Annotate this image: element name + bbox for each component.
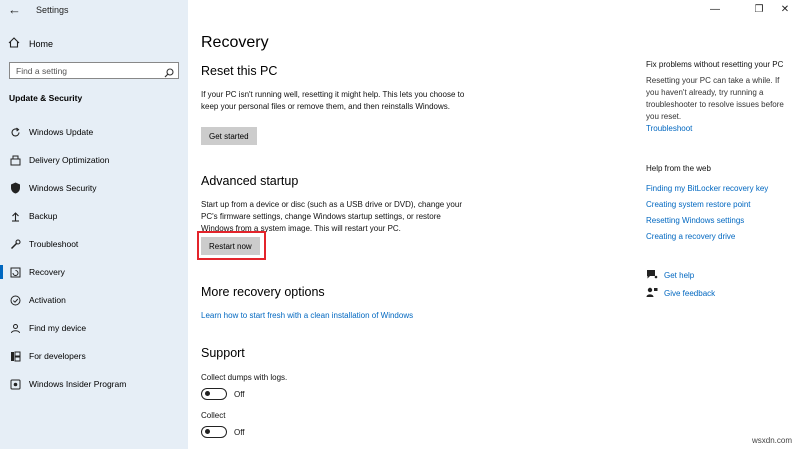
sidebar-item-for-developers[interactable]: For developers	[0, 346, 188, 366]
collect-dumps-state: Off	[234, 390, 245, 399]
refresh-icon	[8, 127, 22, 138]
support-heading: Support	[201, 346, 245, 360]
fix-problems-heading: Fix problems without resetting your PC	[646, 60, 784, 69]
help-web-heading: Help from the web	[646, 164, 711, 173]
home-label: Home	[29, 38, 54, 49]
sidebar-item-windows-update[interactable]: Windows Update	[0, 122, 188, 142]
backup-icon	[8, 211, 22, 222]
activation-icon	[8, 295, 22, 306]
sidebar-item-label: Backup	[29, 211, 58, 221]
collect-toggle[interactable]	[201, 426, 227, 438]
give-feedback-label: Give feedback	[664, 289, 716, 298]
collect-dumps-toggle[interactable]	[201, 388, 227, 400]
collect-state: Off	[234, 428, 245, 437]
window-title: Settings	[36, 5, 69, 15]
sidebar-item-recovery[interactable]: Recovery	[0, 262, 188, 282]
sidebar-item-find-my-device[interactable]: Find my device	[0, 318, 188, 338]
close-button[interactable]: ✕	[770, 2, 800, 18]
watermark: wsxdn.com	[751, 436, 792, 445]
sidebar-item-troubleshoot[interactable]: Troubleshoot	[0, 234, 188, 254]
sidebar-item-label: Find my device	[29, 323, 87, 333]
sidebar-item-label: Recovery	[29, 267, 65, 277]
advanced-startup-description: Start up from a device or disc (such as …	[201, 200, 462, 233]
page-title: Recovery	[201, 34, 269, 51]
sidebar-item-windows-insider-program[interactable]: Windows Insider Program	[0, 374, 188, 394]
shield-icon	[8, 182, 22, 194]
sidebar-item-label: Windows Update	[29, 127, 94, 137]
wrench-icon	[8, 238, 22, 250]
restart-now-button[interactable]: Restart now	[201, 237, 260, 255]
sidebar-item-activation[interactable]: Activation	[0, 290, 188, 310]
feedback-icon	[646, 287, 658, 300]
sidebar-item-windows-security[interactable]: Windows Security	[0, 178, 188, 198]
home-icon	[8, 37, 20, 50]
collect-label: Collect	[201, 411, 226, 420]
person-pin-icon	[8, 323, 22, 334]
restore-point-link[interactable]: Creating system restore point	[646, 200, 751, 209]
back-arrow-icon[interactable]: ←	[8, 2, 21, 17]
more-recovery-heading: More recovery options	[201, 285, 325, 299]
sidebar-section-title: Update & Security	[9, 93, 83, 103]
search-input[interactable]	[16, 64, 156, 77]
give-feedback-link[interactable]: Give feedback	[646, 287, 715, 300]
minimize-button[interactable]: —	[700, 2, 730, 18]
toggle-knob	[205, 391, 210, 396]
sidebar-item-label: Windows Security	[29, 183, 97, 193]
get-help-link[interactable]: Get help	[646, 269, 694, 282]
get-started-button[interactable]: Get started	[201, 127, 257, 145]
reset-settings-link[interactable]: Resetting Windows settings	[646, 216, 744, 225]
recovery-icon	[8, 267, 22, 278]
toggle-knob	[205, 429, 210, 434]
chat-help-icon	[646, 269, 658, 282]
developer-icon	[8, 351, 22, 362]
sidebar-item-label: Activation	[29, 295, 66, 305]
sidebar-item-label: Windows Insider Program	[29, 379, 127, 389]
search-box[interactable]	[9, 62, 179, 79]
insider-icon	[8, 379, 22, 390]
reset-description: If your PC isn't running well, resetting…	[201, 90, 465, 111]
delivery-icon	[8, 155, 22, 166]
search-icon[interactable]	[164, 65, 174, 83]
clean-install-link[interactable]: Learn how to start fresh with a clean in…	[201, 311, 413, 320]
sidebar-item-delivery-optimization[interactable]: Delivery Optimization	[0, 150, 188, 170]
get-help-label: Get help	[664, 271, 695, 280]
advanced-startup-heading: Advanced startup	[201, 174, 299, 188]
sidebar-item-label: Troubleshoot	[29, 239, 79, 249]
bitlocker-link[interactable]: Finding my BitLocker recovery key	[646, 184, 768, 193]
fix-problems-text: Resetting your PC can take a while. If y…	[646, 76, 784, 121]
title-bar: ← Settings — ❐ ✕	[0, 0, 800, 22]
sidebar-item-label: Delivery Optimization	[29, 155, 110, 165]
reset-heading: Reset this PC	[201, 64, 278, 78]
sidebar-item-backup[interactable]: Backup	[0, 206, 188, 226]
home-nav[interactable]: Home	[8, 37, 53, 50]
sidebar-item-label: For developers	[29, 351, 86, 361]
recovery-drive-link[interactable]: Creating a recovery drive	[646, 232, 735, 241]
collect-dumps-label: Collect dumps with logs.	[201, 373, 288, 382]
troubleshoot-link[interactable]: Troubleshoot	[646, 124, 692, 133]
